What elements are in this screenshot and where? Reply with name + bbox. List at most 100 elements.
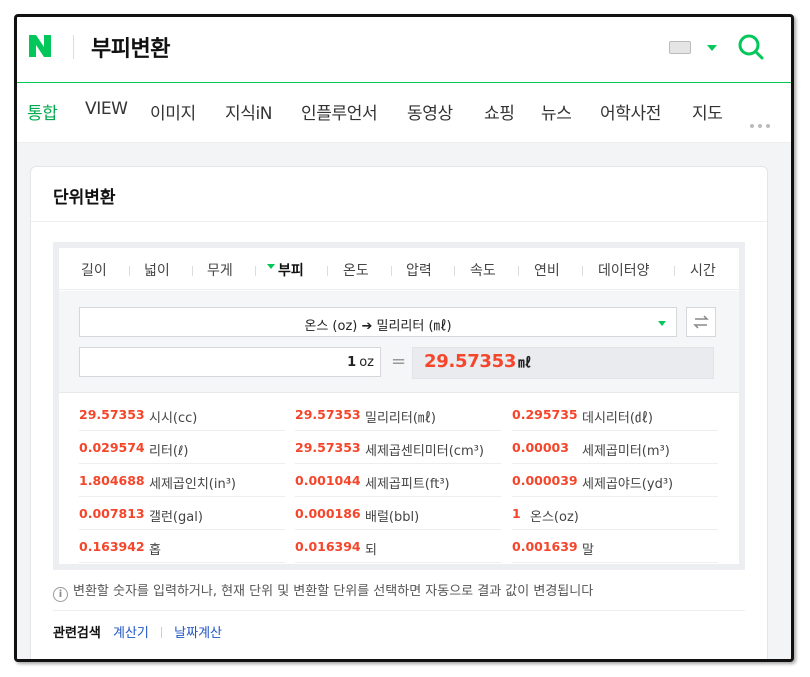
search-icon[interactable] bbox=[737, 33, 765, 61]
conversion-result-item: 0.029574 리터(ℓ) bbox=[79, 431, 285, 464]
unit-tab-length[interactable]: 길이 bbox=[81, 260, 107, 280]
tab-kin[interactable]: 지식iN bbox=[225, 99, 273, 124]
converter-controls: 온스 (oz) ➔ 밀리리터 (㎖) 1 oz = 29.57353 ㎖ bbox=[59, 291, 739, 393]
unit-category-tabs: 길이 넓이 무게 부피 온도 압력 속도 연비 데이터양 시간 bbox=[59, 248, 739, 290]
window-frame: 부피변환 통합 VIEW 이미지 지식iN 인플루언서 동영상 쇼핑 뉴스 어학… bbox=[14, 14, 794, 662]
card-divider bbox=[31, 221, 767, 222]
tab-view[interactable]: VIEW bbox=[85, 99, 128, 119]
unit-tab-volume[interactable]: 부피 bbox=[267, 260, 304, 280]
unit-converter-card: 단위변환 길이 넓이 무게 부피 온도 압력 속도 연비 데이터양 시간 온스 … bbox=[30, 166, 768, 659]
conversion-result-item: 0.000039 세제곱야드(yd³) bbox=[512, 464, 718, 497]
result-amount: 0.295735 bbox=[512, 407, 578, 422]
result-amount: 29.57353 bbox=[79, 407, 145, 422]
swap-units-button[interactable] bbox=[686, 307, 716, 337]
conversion-result-item: 29.57353 밀리리터(㎖) bbox=[295, 398, 501, 431]
result-unit: 세제곱미터(m³) bbox=[582, 444, 670, 459]
result-unit: 데시리터(㎗) bbox=[582, 411, 653, 426]
conversion-result-item: 0.001639 말 bbox=[512, 530, 718, 563]
conversion-result-item: 0.295735 데시리터(㎗) bbox=[512, 398, 718, 431]
tab-shopping[interactable]: 쇼핑 bbox=[484, 99, 515, 124]
unit-tab-time[interactable]: 시간 bbox=[690, 260, 716, 280]
related-link-date[interactable]: 날짜계산 bbox=[174, 626, 222, 641]
amount-input[interactable]: 1 oz bbox=[79, 347, 381, 377]
result-amount: 0.029574 bbox=[79, 440, 145, 455]
more-icon[interactable] bbox=[750, 113, 774, 132]
unit-tab-area[interactable]: 넓이 bbox=[144, 260, 170, 280]
result-amount: 0.001639 bbox=[512, 539, 578, 554]
unit-tab-data[interactable]: 데이터양 bbox=[598, 260, 650, 280]
card-title: 단위변환 bbox=[53, 188, 116, 208]
tab-separator bbox=[582, 266, 583, 276]
converter-panel: 길이 넓이 무게 부피 온도 압력 속도 연비 데이터양 시간 온스 (oz) … bbox=[53, 242, 745, 570]
result-amount: 0.000186 bbox=[295, 506, 361, 521]
caret-down-icon[interactable] bbox=[707, 45, 717, 51]
conversion-result-item: 0.163942 홉 bbox=[79, 530, 285, 563]
result-unit: 리터(ℓ) bbox=[149, 444, 189, 459]
tab-influencer[interactable]: 인플루언서 bbox=[301, 99, 378, 124]
unit-tab-weight[interactable]: 무게 bbox=[207, 260, 233, 280]
tab-separator bbox=[327, 266, 328, 276]
tab-separator bbox=[129, 266, 130, 276]
conversion-result-item: 0.007813 갤런(gal) bbox=[79, 497, 285, 530]
result-unit: 되 bbox=[365, 543, 377, 558]
related-link-calculator[interactable]: 계산기 bbox=[113, 626, 149, 641]
unit-pair-select[interactable]: 온스 (oz) ➔ 밀리리터 (㎖) bbox=[79, 307, 677, 337]
result-amount: 0.000039 bbox=[512, 473, 578, 488]
info-icon: i bbox=[53, 587, 68, 602]
result-amount: 29.57353 bbox=[295, 440, 361, 455]
swap-icon bbox=[693, 315, 709, 329]
result-amount: 0.001044 bbox=[295, 473, 361, 488]
related-searches: 관련검색 계산기 날짜계산 bbox=[53, 622, 222, 641]
tab-news[interactable]: 뉴스 bbox=[541, 99, 572, 124]
result-amount: 0.016394 bbox=[295, 539, 361, 554]
unit-tab-pressure[interactable]: 압력 bbox=[406, 260, 432, 280]
result-unit: 세제곱센티미터(cm³) bbox=[365, 444, 484, 459]
unit-tab-temperature[interactable]: 온도 bbox=[343, 260, 369, 280]
tab-separator bbox=[674, 266, 675, 276]
naver-logo[interactable] bbox=[27, 33, 53, 59]
search-query[interactable]: 부피변환 bbox=[91, 31, 170, 63]
link-separator bbox=[161, 627, 163, 638]
tab-dictionary[interactable]: 어학사전 bbox=[600, 99, 661, 124]
search-header: 부피변환 bbox=[17, 17, 791, 83]
tab-separator bbox=[391, 266, 392, 276]
result-unit: 말 bbox=[582, 543, 594, 558]
result-amount: 0.163942 bbox=[79, 539, 145, 554]
conversion-result-item: 29.57353 시시(cc) bbox=[79, 398, 285, 431]
content-area: 단위변환 길이 넓이 무게 부피 온도 압력 속도 연비 데이터양 시간 온스 … bbox=[17, 143, 791, 659]
result-amount: 29.57353 bbox=[295, 407, 361, 422]
selected-caret-icon bbox=[267, 264, 275, 269]
conversion-result-item: 1 온스(oz) bbox=[512, 497, 718, 530]
note-divider bbox=[53, 610, 745, 611]
keyboard-icon[interactable] bbox=[669, 41, 691, 54]
conversion-result-item: 0.000186 배럴(bbl) bbox=[295, 497, 501, 530]
result-unit: 배럴(bbl) bbox=[365, 510, 420, 525]
result-amount: 0.007813 bbox=[79, 506, 145, 521]
related-label: 관련검색 bbox=[53, 626, 101, 641]
result-unit: 홉 bbox=[149, 543, 161, 558]
result-unit: 세제곱피트(ft³) bbox=[365, 477, 450, 492]
conversion-result-item: 0.016394 되 bbox=[295, 530, 501, 563]
header-divider bbox=[73, 35, 74, 59]
tab-separator bbox=[192, 266, 193, 276]
conversion-result-item: 1.804688 세제곱인치(in³) bbox=[79, 464, 285, 497]
unit-tab-fuel[interactable]: 연비 bbox=[534, 260, 560, 280]
conversion-result-item: 0.00003 세제곱미터(m³) bbox=[512, 431, 718, 464]
equals-sign: = bbox=[391, 351, 407, 372]
amount-value: 1 oz bbox=[347, 355, 374, 370]
conversion-result-item: 0.001044 세제곱피트(ft³) bbox=[295, 464, 501, 497]
tab-separator bbox=[255, 266, 256, 276]
help-note: i 변환할 숫자를 입력하거나, 현재 단위 및 변환할 단위를 선택하면 자동으… bbox=[53, 580, 593, 602]
tab-video[interactable]: 동영상 bbox=[407, 99, 453, 124]
result-value: 29.57353 ㎖ bbox=[424, 351, 531, 372]
unit-tab-speed[interactable]: 속도 bbox=[470, 260, 496, 280]
result-amount: 0.00003 bbox=[512, 440, 569, 455]
tab-all[interactable]: 통합 bbox=[27, 99, 58, 124]
tab-separator bbox=[518, 266, 519, 276]
result-unit: 세제곱야드(yd³) bbox=[582, 477, 674, 492]
tab-map[interactable]: 지도 bbox=[692, 99, 723, 124]
unit-pair-label: 온스 (oz) ➔ 밀리리터 (㎖) bbox=[304, 319, 452, 334]
result-amount: 1.804688 bbox=[79, 473, 145, 488]
result-unit: 갤런(gal) bbox=[149, 510, 203, 525]
tab-images[interactable]: 이미지 bbox=[150, 99, 196, 124]
